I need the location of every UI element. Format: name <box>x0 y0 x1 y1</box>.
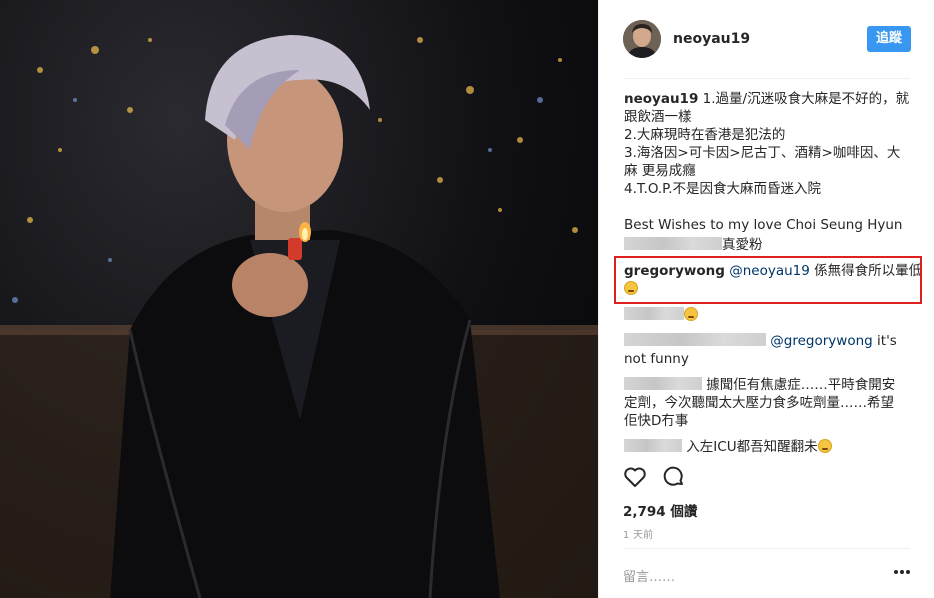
caption: neoyau19 1.過量/沉迷吸食大麻是不好的，就 跟飲酒一樣 2.大麻現時在… <box>624 90 914 234</box>
comment-item: 入左ICU都吾知醒翻未 <box>624 438 914 456</box>
comment-text: 據聞佢有焦慮症……平時食開安 <box>706 377 896 393</box>
post-photo[interactable] <box>0 0 598 598</box>
post-author-username[interactable]: neoyau19 <box>673 31 867 47</box>
caption-text: 4.T.O.P.不是因食大麻而昏迷入院 <box>624 181 822 197</box>
post-header: neoyau19 追蹤 <box>599 0 934 78</box>
post-timestamp[interactable]: 1 天前 <box>623 526 653 541</box>
highlight-box <box>614 256 922 304</box>
comment-text: 真愛粉 <box>722 237 763 253</box>
comment-item: 真愛粉 <box>624 236 914 254</box>
caption-text: 跟飲酒一樣 <box>624 109 692 125</box>
caption-username[interactable]: neoyau19 <box>624 91 698 107</box>
header-divider <box>623 78 910 79</box>
like-count[interactable]: 2,794 個讚 <box>623 500 697 520</box>
caption-text: 1.過量/沉迷吸食大麻是不好的，就 <box>698 91 910 107</box>
redacted-username <box>624 439 682 452</box>
redacted-username <box>624 237 722 250</box>
comment-item: @gregorywong it's not funny <box>624 332 914 368</box>
heart-icon[interactable] <box>623 466 647 492</box>
caption-text: 2.大麻現時在香港是犯法的 <box>624 127 786 143</box>
crying-laughing-emoji-icon <box>817 439 832 453</box>
comment-text: not funny <box>624 351 689 367</box>
caption-text: 3.海洛因>可卡因>尼古丁、酒精>咖啡因、大 <box>624 145 901 161</box>
crying-emoji-icon <box>684 307 698 321</box>
comment-item <box>624 306 914 324</box>
comment-text: 佢快D冇事 <box>624 413 689 429</box>
comment-input[interactable]: 留言…… <box>623 566 675 585</box>
action-bar <box>623 466 685 492</box>
comment-text: 定劑，今次聽聞太大壓力食多咗劑量……希望 <box>624 395 894 411</box>
avatar[interactable] <box>623 20 661 58</box>
comment-bubble-icon[interactable] <box>663 466 685 492</box>
follow-button[interactable]: 追蹤 <box>866 26 911 52</box>
comment-text: it's <box>872 333 897 349</box>
photo-illustration <box>0 35 598 598</box>
comment-text: 入左ICU都吾知醒翻未 <box>686 439 818 455</box>
caption-text: Best Wishes to my love Choi Seung Hyun <box>624 217 903 233</box>
comment-item: 據聞佢有焦慮症……平時食開安 定劑，今次聽聞太大壓力食多咗劑量……希望 佢快D冇… <box>624 376 914 430</box>
redacted-username <box>624 307 684 320</box>
more-dots-icon[interactable] <box>894 570 910 574</box>
redacted-username <box>624 377 702 390</box>
redacted-username <box>624 333 766 346</box>
caption-text: 麻 更易成癮 <box>624 163 696 179</box>
comment-mention[interactable]: @gregorywong <box>770 333 872 349</box>
comment-divider <box>623 548 910 549</box>
